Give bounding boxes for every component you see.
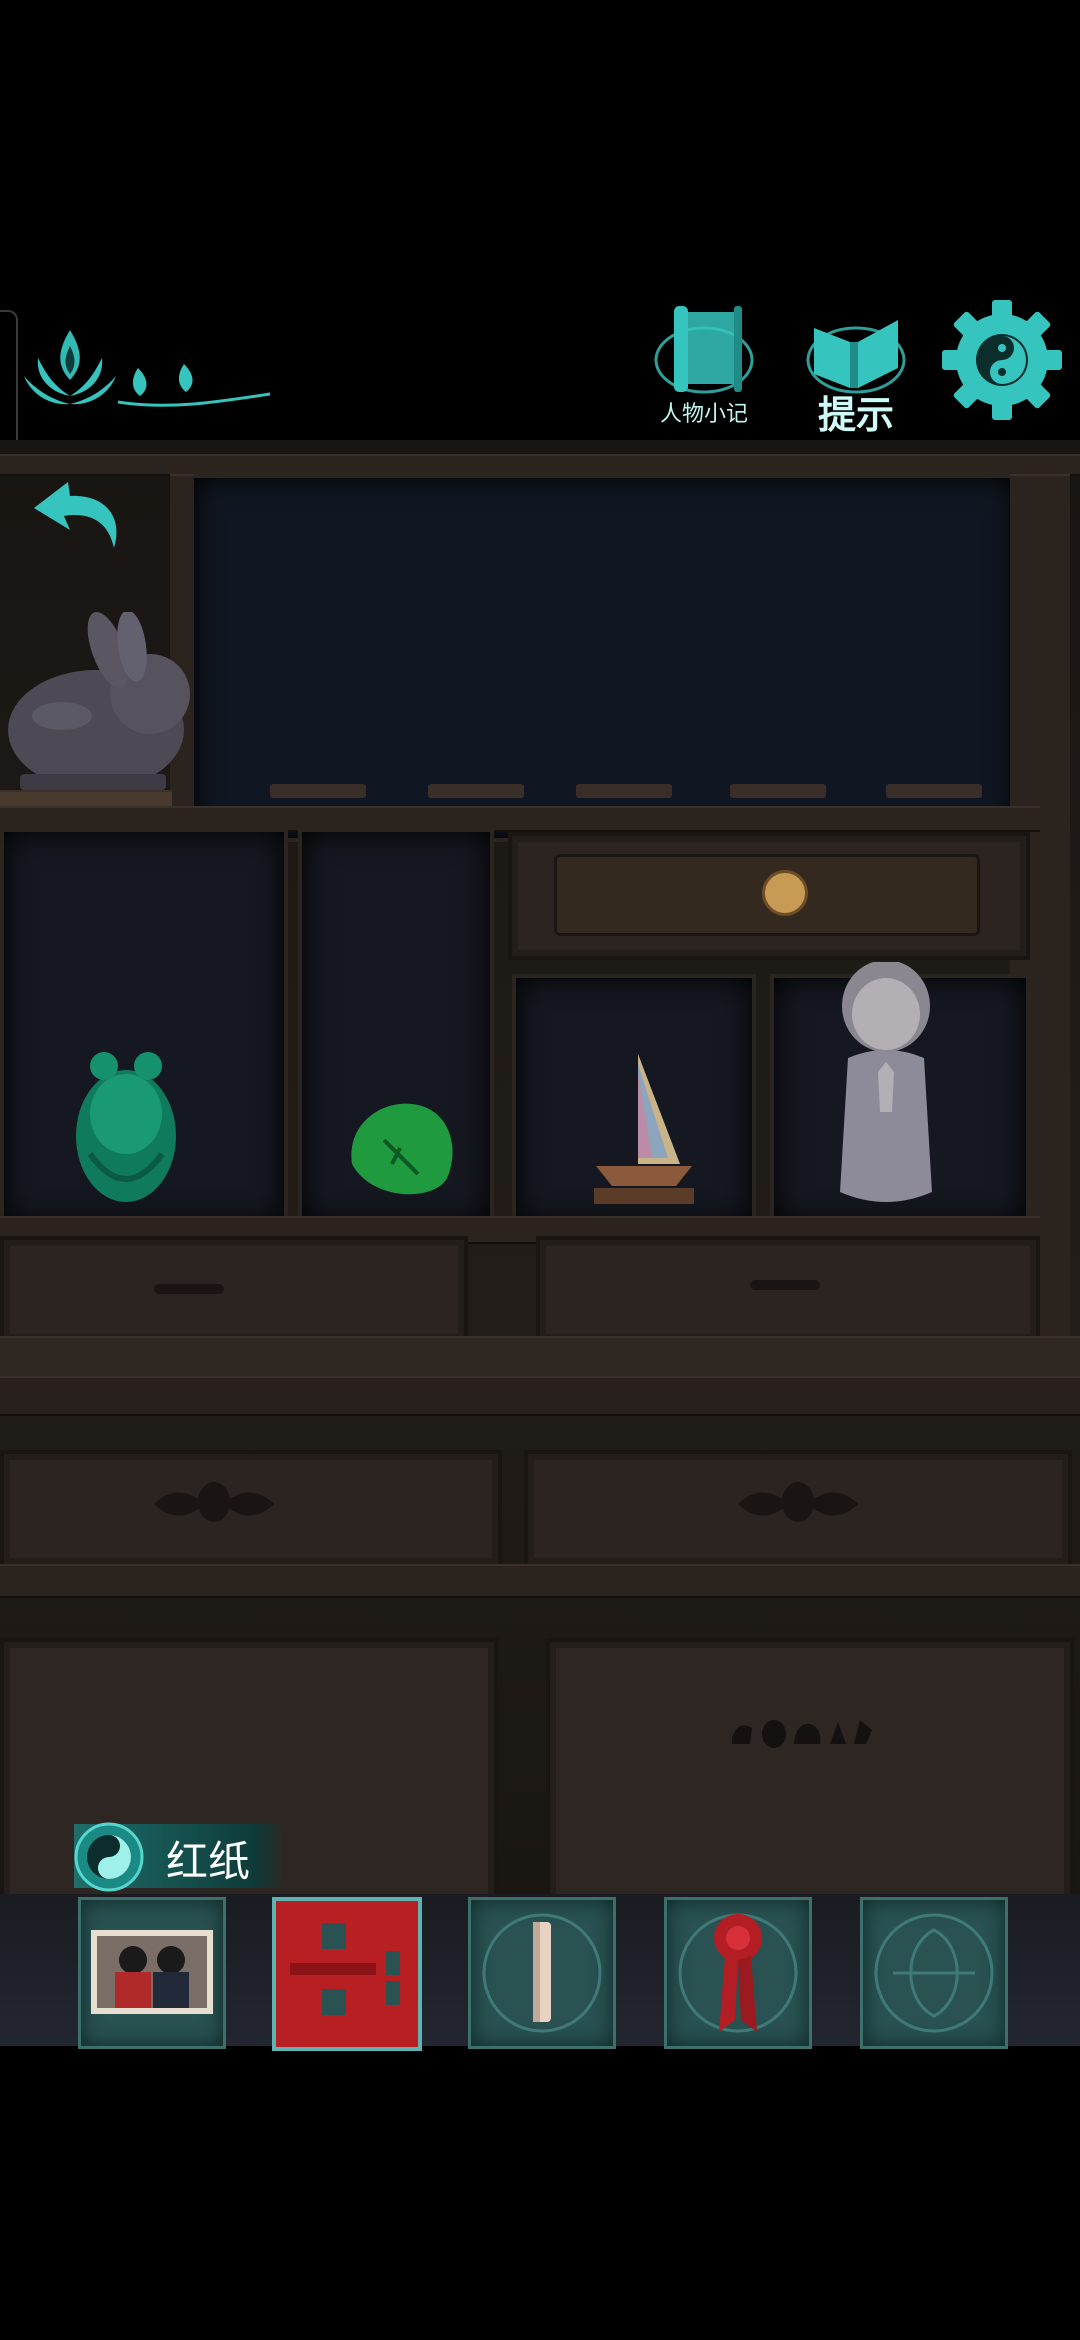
peg <box>886 784 982 798</box>
lower-right-drawer[interactable] <box>536 1236 1040 1344</box>
peg <box>270 784 366 798</box>
jade-frog[interactable] <box>70 1044 182 1204</box>
green-stone[interactable] <box>342 1094 460 1204</box>
inventory-slot-photo[interactable] <box>78 1897 226 2049</box>
base-trim <box>0 1564 1080 1598</box>
counter-top <box>0 1336 1080 1380</box>
red-ribbon-flower-icon <box>678 1913 798 2033</box>
hint-label: 提示 <box>817 392 894 437</box>
scroll-icon <box>654 306 754 394</box>
animal-silhouettes-icon <box>732 1720 872 1748</box>
base-left-drawer[interactable] <box>0 1450 502 1568</box>
lower-left-drawer[interactable] <box>0 1236 468 1344</box>
lotus-flame-icon <box>24 330 271 407</box>
rabbit-figurine[interactable] <box>0 612 196 798</box>
peg <box>428 784 524 798</box>
counter-trim <box>0 1376 1080 1416</box>
book-icon <box>806 320 906 394</box>
drawer-knob[interactable] <box>762 870 808 916</box>
peg <box>576 784 672 798</box>
base-right-drawer[interactable] <box>524 1450 1072 1568</box>
ornate-handle-icon <box>154 1482 274 1522</box>
chalk-stick-icon <box>482 1913 602 2033</box>
praying-child-figurine[interactable] <box>826 962 946 1212</box>
ornate-handle-icon <box>738 1482 858 1522</box>
red-paper-icon <box>276 1901 418 2047</box>
hint-button[interactable]: 提示 <box>800 298 912 437</box>
drawer-handle <box>750 1280 820 1290</box>
inventory-slot-red-paper[interactable] <box>272 1897 422 2051</box>
character-notes-button[interactable]: 人物小记 <box>648 298 760 428</box>
yin-yang-gear-icon[interactable] <box>942 300 1062 420</box>
top-trim <box>0 454 1080 476</box>
inventory-slot-empty[interactable] <box>860 1897 1008 2049</box>
character-notes-label: 人物小记 <box>659 402 748 427</box>
back-arrow-icon[interactable] <box>28 468 124 556</box>
inventory-slot-chalk[interactable] <box>468 1897 616 2049</box>
upper-right-drawer[interactable] <box>508 832 1030 960</box>
drawer-handle <box>154 1284 224 1294</box>
inventory-slot-ribbon[interactable] <box>664 1897 812 2049</box>
sailboat-model[interactable] <box>588 1054 700 1208</box>
yin-yang-icon <box>74 1822 144 1892</box>
right-cabinet-door[interactable] <box>546 1638 1074 1908</box>
photo-card-icon <box>91 1930 213 2014</box>
ornament-pattern-icon <box>874 1913 994 2033</box>
peg <box>730 784 826 798</box>
selected-item-name: 红纸 <box>166 1837 251 1886</box>
